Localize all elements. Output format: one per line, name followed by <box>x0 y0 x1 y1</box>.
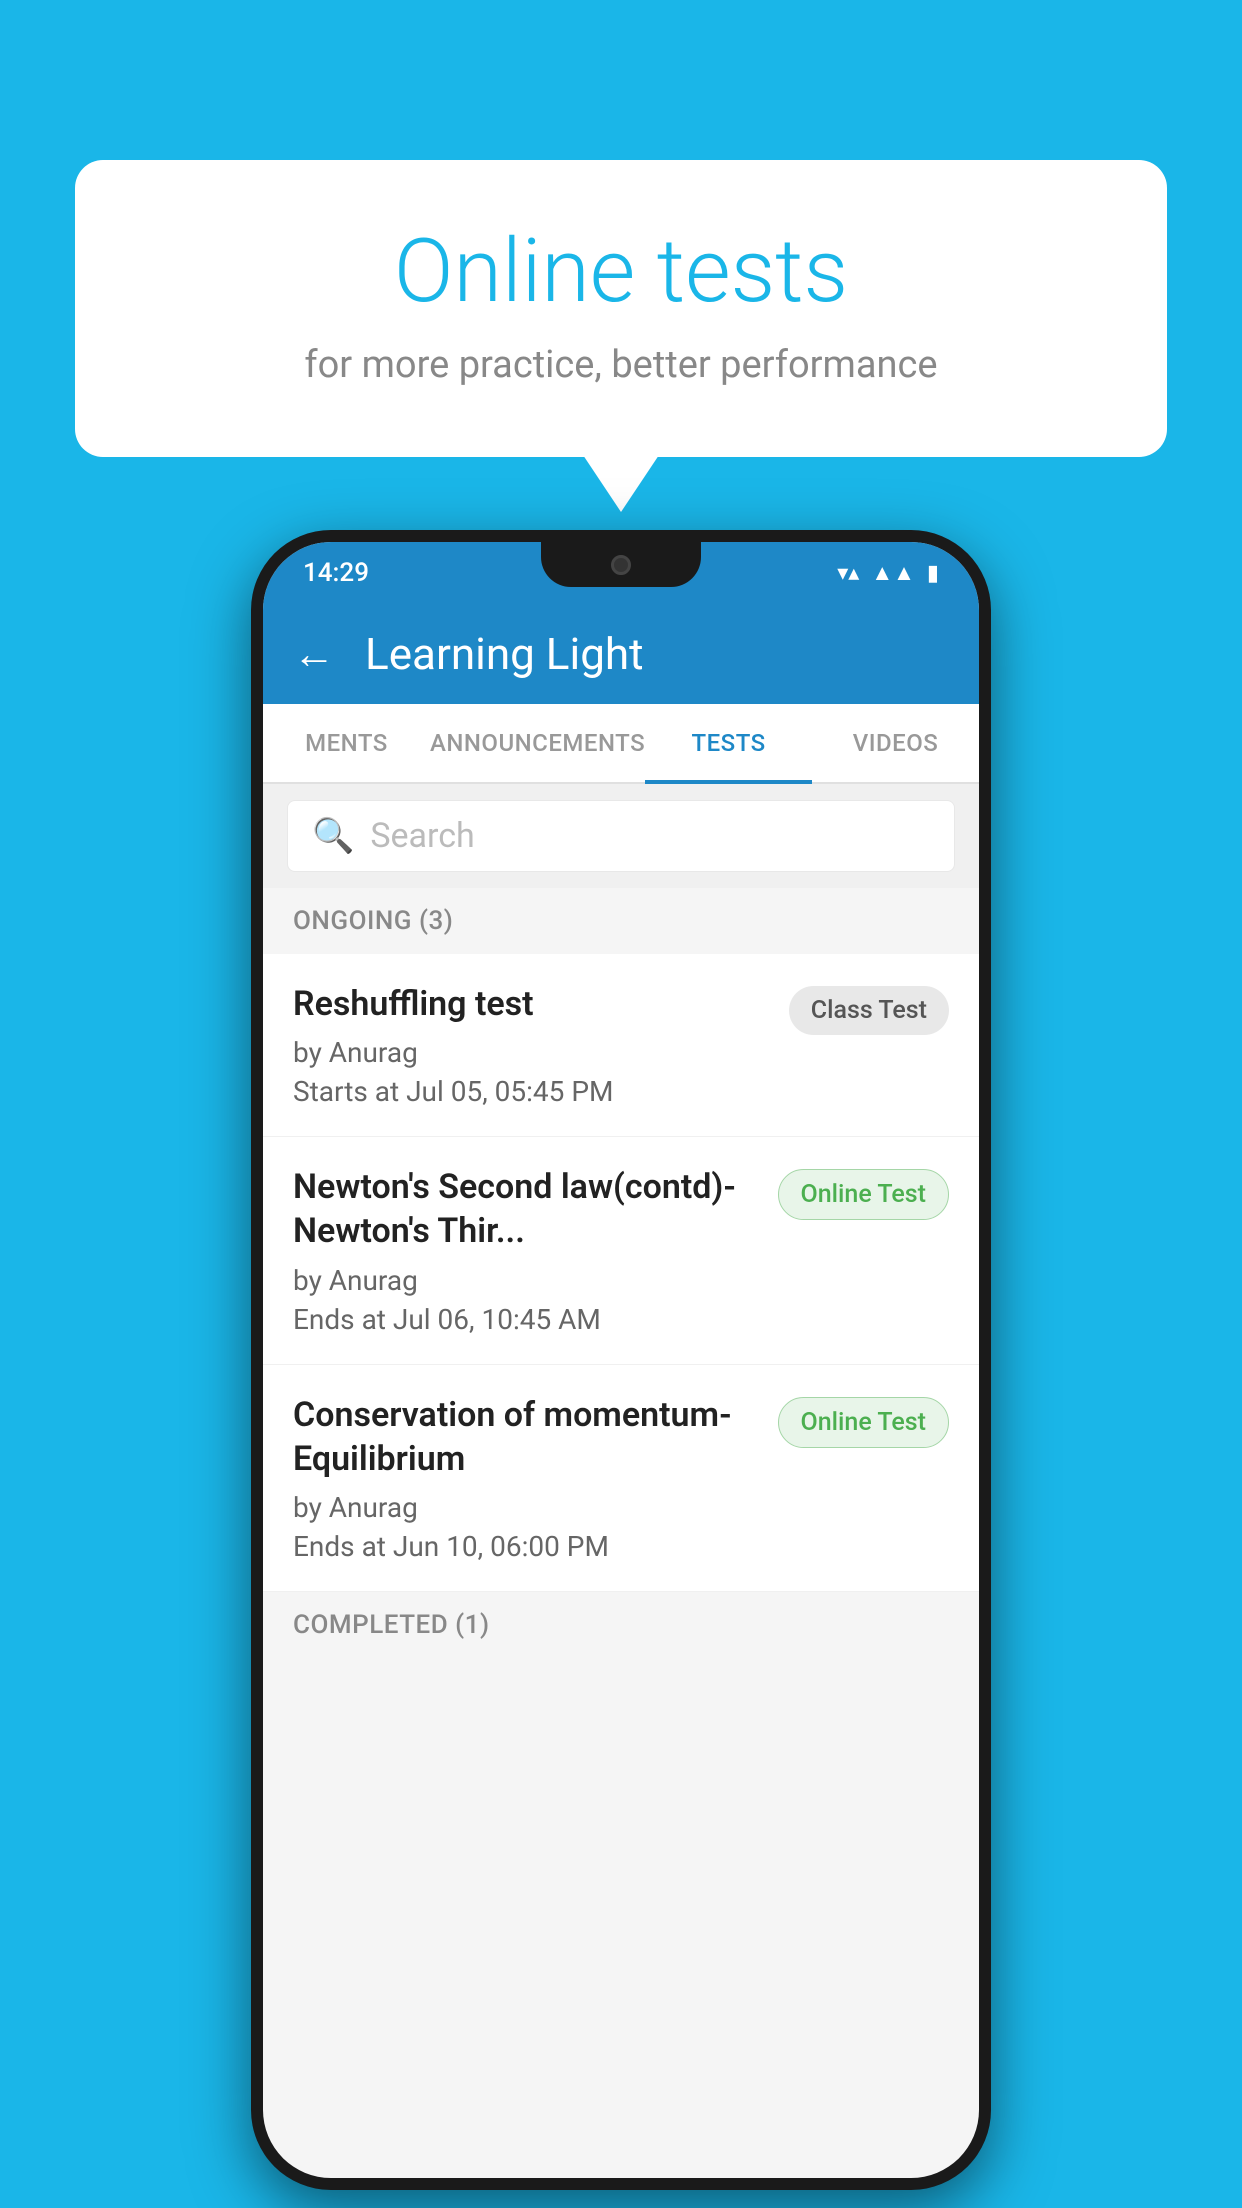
test-item-1[interactable]: Reshuffling test by Anurag Starts at Jul… <box>263 954 979 1137</box>
app-bar: ← Learning Light <box>263 604 979 704</box>
search-icon: 🔍 <box>312 816 354 856</box>
test-author-3: by Anurag <box>293 1491 758 1524</box>
tab-ments[interactable]: MENTS <box>263 704 430 782</box>
test-time-2: Ends at Jul 06, 10:45 AM <box>293 1303 758 1336</box>
app-bar-title: Learning Light <box>365 628 644 680</box>
battery-icon: ▮ <box>927 561 939 586</box>
signal-icon: ▲▲ <box>871 560 915 586</box>
test-item-3[interactable]: Conservation of momentum-Equilibrium by … <box>263 1365 979 1592</box>
speech-bubble: Online tests for more practice, better p… <box>75 160 1167 457</box>
back-button[interactable]: ← <box>293 630 335 679</box>
test-time-3: Ends at Jun 10, 06:00 PM <box>293 1530 758 1563</box>
tab-bar: MENTS ANNOUNCEMENTS TESTS VIDEOS <box>263 704 979 784</box>
tab-videos[interactable]: VIDEOS <box>812 704 979 782</box>
test-info-3: Conservation of momentum-Equilibrium by … <box>293 1393 778 1563</box>
test-badge-3: Online Test <box>778 1397 949 1448</box>
test-title-1: Reshuffling test <box>293 982 769 1026</box>
test-info-1: Reshuffling test by Anurag Starts at Jul… <box>293 982 789 1108</box>
test-title-2: Newton's Second law(contd)-Newton's Thir… <box>293 1165 758 1253</box>
bubble-subtitle: for more practice, better performance <box>155 343 1087 387</box>
status-bar: 14:29 ▾▴ ▲▲ ▮ <box>263 542 979 604</box>
search-bar-container: 🔍 Search <box>263 784 979 888</box>
bubble-title: Online tests <box>155 220 1087 323</box>
search-bar[interactable]: 🔍 Search <box>287 800 955 872</box>
test-item-2[interactable]: Newton's Second law(contd)-Newton's Thir… <box>263 1137 979 1364</box>
ongoing-section-header: ONGOING (3) <box>263 888 979 954</box>
notch <box>541 542 701 587</box>
status-time: 14:29 <box>303 558 369 588</box>
test-time-1: Starts at Jul 05, 05:45 PM <box>293 1075 769 1108</box>
status-icons: ▾▴ ▲▲ ▮ <box>837 560 939 586</box>
phone-container: 14:29 ▾▴ ▲▲ ▮ ← Learning Light MENTS <box>251 530 991 2190</box>
test-list: Reshuffling test by Anurag Starts at Jul… <box>263 954 979 1592</box>
phone-frame: 14:29 ▾▴ ▲▲ ▮ ← Learning Light MENTS <box>251 530 991 2190</box>
tab-tests[interactable]: TESTS <box>645 704 812 782</box>
search-input[interactable]: Search <box>370 816 474 856</box>
test-info-2: Newton's Second law(contd)-Newton's Thir… <box>293 1165 778 1335</box>
tab-announcements[interactable]: ANNOUNCEMENTS <box>430 704 645 782</box>
test-author-1: by Anurag <box>293 1036 769 1069</box>
test-title-3: Conservation of momentum-Equilibrium <box>293 1393 758 1481</box>
wifi-icon: ▾▴ <box>837 561 859 586</box>
completed-section-header: COMPLETED (1) <box>263 1592 979 1658</box>
phone-screen: 14:29 ▾▴ ▲▲ ▮ ← Learning Light MENTS <box>263 542 979 2178</box>
test-badge-1: Class Test <box>789 986 949 1035</box>
camera-dot <box>611 555 631 575</box>
test-author-2: by Anurag <box>293 1264 758 1297</box>
test-badge-2: Online Test <box>778 1169 949 1220</box>
